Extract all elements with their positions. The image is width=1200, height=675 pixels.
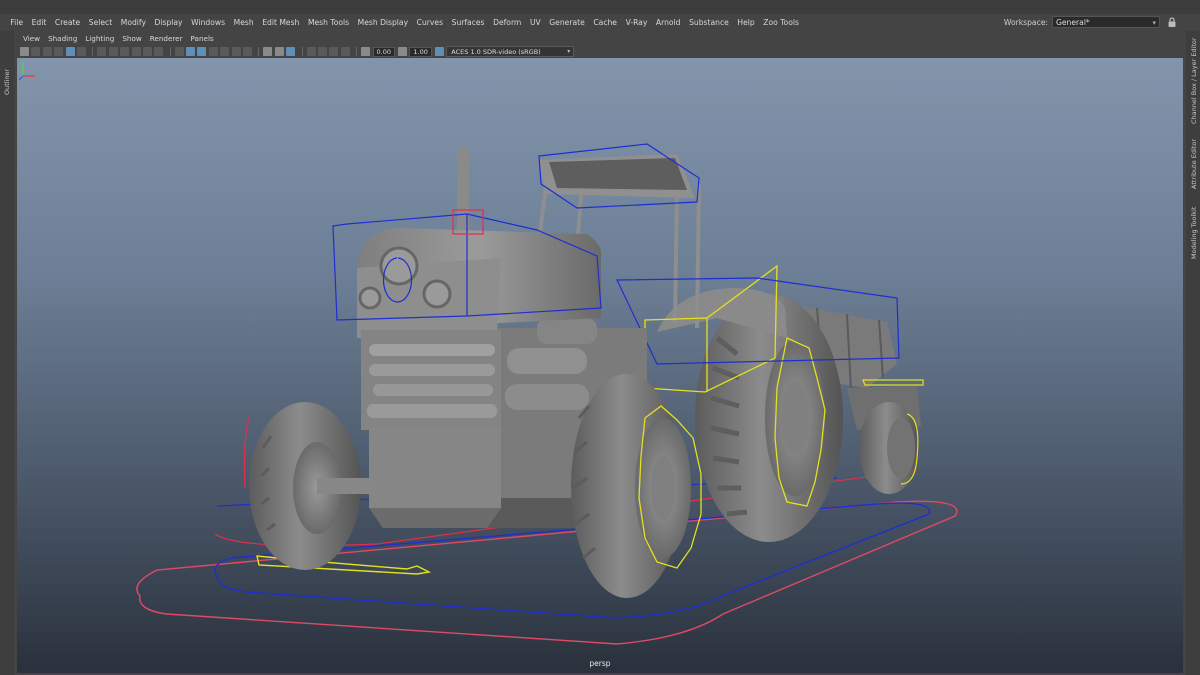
front-wheel-right — [571, 374, 702, 598]
viewport-panel: View Shading Lighting Show Renderer Panels — [14, 31, 1186, 675]
menu-generate[interactable]: Generate — [545, 14, 589, 31]
motion-blur-icon[interactable] — [274, 47, 284, 56]
panel-menu-view[interactable]: View — [19, 34, 44, 43]
toolbar-separator — [258, 47, 260, 56]
panel-menu-panels[interactable]: Panels — [187, 34, 218, 43]
3d-viewport[interactable]: persp — [17, 58, 1183, 673]
resolution-gate-icon[interactable] — [108, 47, 118, 56]
wireframe-on-shaded-icon[interactable] — [197, 47, 207, 56]
panel-menu-shading[interactable]: Shading — [44, 34, 81, 43]
menu-create[interactable]: Create — [51, 14, 85, 31]
menu-mesh[interactable]: Mesh — [229, 14, 258, 31]
viewport-toolbar: 0.00 1.00 ACES 1.0 SDR-video (sRGB) ▾ — [14, 45, 1186, 58]
menu-arnold[interactable]: Arnold — [652, 14, 685, 31]
xray-icon[interactable] — [243, 47, 253, 56]
menu-edit-mesh[interactable]: Edit Mesh — [258, 14, 304, 31]
view-transform-dropdown[interactable]: ACES 1.0 SDR-video (sRGB) ▾ — [446, 46, 575, 57]
camera-name-label: persp — [589, 659, 611, 668]
use-lights-icon[interactable] — [220, 47, 230, 56]
menu-zoo-tools[interactable]: Zoo Tools — [759, 14, 803, 31]
panel-menu-renderer[interactable]: Renderer — [146, 34, 187, 43]
outliner-side-tab[interactable]: Outliner — [0, 31, 14, 675]
toolbar-separator — [356, 47, 358, 56]
lock-icon[interactable] — [1166, 16, 1178, 28]
workspace-dropdown[interactable]: General* ▾ — [1052, 16, 1160, 28]
xray-active-icon[interactable] — [329, 47, 339, 56]
radiator — [361, 330, 501, 528]
right-side-tabs: Channel Box / Layer Editor Attribute Edi… — [1186, 31, 1200, 675]
color-management-icon[interactable] — [434, 47, 444, 56]
isolate-select-icon[interactable] — [306, 47, 316, 56]
textured-icon[interactable] — [208, 47, 218, 56]
menu-uv[interactable]: UV — [526, 14, 545, 31]
channel-box-tab[interactable]: Channel Box / Layer Editor — [1190, 37, 1198, 124]
title-strip — [0, 0, 1200, 14]
xray-joints-icon[interactable] — [317, 47, 327, 56]
menu-modify[interactable]: Modify — [116, 14, 150, 31]
menu-cache[interactable]: Cache — [589, 14, 621, 31]
camera-lock-icon[interactable] — [65, 47, 75, 56]
panel-menu-lighting[interactable]: Lighting — [81, 34, 118, 43]
gamma-icon[interactable] — [398, 47, 408, 56]
maya-window: File Edit Create Select Modify Display Windows… — [0, 0, 1200, 675]
menu-deform[interactable]: Deform — [489, 14, 526, 31]
image-plane-icon[interactable] — [42, 47, 52, 56]
shadows-icon[interactable] — [231, 47, 241, 56]
camera-attributes-icon[interactable] — [20, 47, 29, 56]
toolbar-separator — [301, 47, 303, 56]
field-chart-icon[interactable] — [131, 47, 141, 56]
menu-help[interactable]: Help — [733, 14, 759, 31]
backface-culling-icon[interactable] — [340, 47, 350, 56]
chevron-down-icon: ▾ — [1152, 19, 1156, 27]
menu-mesh-display[interactable]: Mesh Display — [353, 14, 412, 31]
workspace-label: Workspace: — [1003, 17, 1048, 27]
safe-title-icon[interactable] — [154, 47, 164, 56]
main-menubar: File Edit Create Select Modify Display Windows… — [0, 14, 1200, 31]
toolbar-separator — [92, 47, 94, 56]
menu-mesh-tools[interactable]: Mesh Tools — [304, 14, 354, 31]
bookmark-icon[interactable] — [31, 47, 41, 56]
attribute-editor-tab[interactable]: Attribute Editor — [1190, 139, 1198, 189]
ambient-occlusion-icon[interactable] — [263, 47, 273, 56]
outliner-tab-label[interactable]: Outliner — [3, 69, 11, 95]
menu-v-ray[interactable]: V-Ray — [621, 14, 651, 31]
axis-gizmo-icon — [18, 62, 35, 81]
smooth-shade-icon[interactable] — [186, 47, 196, 56]
view-transform-value: ACES 1.0 SDR-video (sRGB) — [451, 48, 541, 56]
wireframe-icon[interactable] — [174, 47, 184, 56]
exposure-field[interactable]: 0.00 — [372, 46, 396, 57]
wheel-rig-red — [243, 417, 250, 489]
menu-select[interactable]: Select — [84, 14, 116, 31]
menu-surfaces[interactable]: Surfaces — [447, 14, 488, 31]
menu-curves[interactable]: Curves — [412, 14, 447, 31]
gate-mask-icon[interactable] — [120, 47, 130, 56]
menu-items: File Edit Create Select Modify Display Windows… — [0, 14, 803, 31]
exposure-icon[interactable] — [361, 47, 371, 56]
workspace-selector: Workspace: General* ▾ — [1004, 16, 1178, 28]
panel-menubar: View Shading Lighting Show Renderer Panels — [14, 32, 218, 45]
panel-menu-show[interactable]: Show — [118, 34, 145, 43]
film-gate-mask-icon[interactable] — [97, 47, 107, 56]
tractor-scene — [136, 143, 958, 645]
grid-icon[interactable] — [76, 47, 86, 56]
toolbar-separator — [169, 47, 171, 56]
gamma-field[interactable]: 1.00 — [409, 46, 432, 57]
workspace-value: General* — [1056, 18, 1090, 27]
anti-aliasing-icon[interactable] — [286, 47, 296, 56]
film-gate-icon[interactable] — [54, 47, 64, 56]
menu-windows[interactable]: Windows — [187, 14, 230, 31]
menu-display[interactable]: Display — [150, 14, 187, 31]
chevron-down-icon: ▾ — [567, 48, 571, 55]
menu-substance[interactable]: Substance — [685, 14, 733, 31]
menu-file[interactable]: File — [6, 14, 27, 31]
safe-action-icon[interactable] — [142, 47, 152, 56]
menu-edit[interactable]: Edit — [27, 14, 50, 31]
modeling-toolkit-tab[interactable]: Modeling Toolkit — [1190, 207, 1198, 259]
